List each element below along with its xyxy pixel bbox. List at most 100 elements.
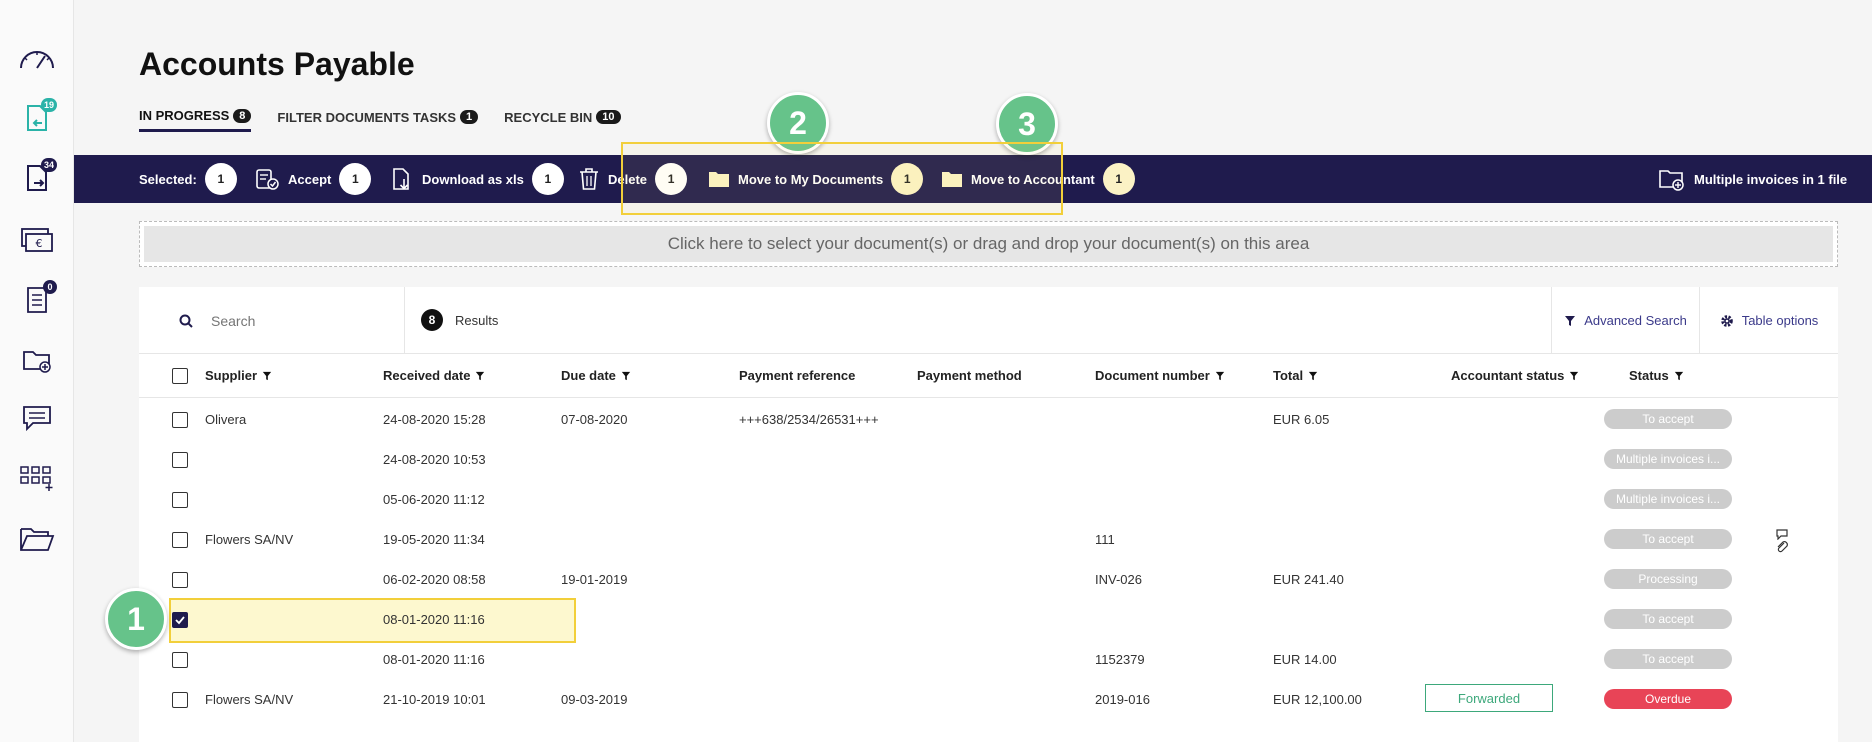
header-due-date[interactable]: Due date [561, 368, 631, 383]
advanced-search-button[interactable]: Advanced Search [1551, 287, 1699, 354]
filter-icon [1565, 315, 1576, 326]
search-bar: 8 Results Advanced Search Table options [139, 287, 1838, 354]
cell-total: EUR 14.00 [1273, 652, 1337, 667]
step-marker-2: 2 [767, 92, 829, 154]
header-label: Payment method [917, 368, 1022, 383]
apps-grid-add-icon[interactable] [17, 460, 57, 496]
download-xls-button[interactable]: Download as xls 1 [390, 163, 564, 195]
header-payment-reference[interactable]: Payment reference [739, 368, 855, 383]
row-checkbox[interactable] [172, 612, 188, 628]
status-badge: Processing [1604, 569, 1732, 589]
open-folder-icon[interactable] [17, 521, 57, 557]
row-checkbox[interactable] [172, 572, 188, 588]
advanced-search-label: Advanced Search [1584, 313, 1687, 328]
filter-icon [1215, 371, 1225, 380]
row-checkbox[interactable] [172, 452, 188, 468]
delete-count: 1 [655, 163, 688, 195]
folder-add-icon [1659, 170, 1684, 191]
table-row[interactable]: 08-01-2020 11:16 1152379 EUR 14.00 To accep… [139, 640, 1838, 680]
trash-icon [580, 168, 598, 190]
header-received-date[interactable]: Received date [383, 368, 485, 383]
header-label: Document number [1095, 368, 1210, 383]
table-options-button[interactable]: Table options [1699, 287, 1838, 354]
table-row[interactable]: 24-08-2020 10:53 Multiple invoices i... [139, 440, 1838, 480]
gear-icon [1720, 314, 1733, 327]
search-icon [179, 314, 193, 328]
table-row[interactable]: Flowers SA/NV 21-10-2019 10:01 09-03-2019 2… [139, 680, 1838, 720]
multiple-label: Multiple invoices in 1 file [1694, 171, 1848, 187]
message-icon[interactable] [17, 400, 57, 436]
table-row[interactable]: 06-02-2020 08:58 19-01-2019 INV-026 EUR 241… [139, 560, 1838, 600]
move-docs-count: 1 [891, 163, 924, 195]
cell-document-number: 1152379 [1095, 652, 1145, 667]
table-row[interactable]: Flowers SA/NV 19-05-2020 11:34 111 To accep… [139, 520, 1838, 560]
header-accountant-status[interactable]: Accountant status [1451, 368, 1579, 383]
results-count: 8 [421, 309, 443, 331]
cell-payment-reference: +++638/2534/26531+++ [739, 412, 879, 427]
download-icon [393, 168, 409, 190]
cell-total: EUR 241.40 [1273, 572, 1344, 587]
table-row[interactable]: 05-06-2020 11:12 Multiple invoices i... [139, 480, 1838, 520]
row-checkbox[interactable] [172, 652, 188, 668]
add-folder-icon[interactable] [17, 342, 57, 378]
header-document-number[interactable]: Document number [1095, 368, 1225, 383]
accept-button[interactable]: Accept 1 [254, 163, 372, 195]
delete-label: Delete [608, 171, 648, 187]
header-label: Received date [383, 368, 471, 383]
upload-dropzone[interactable]: Click here to select your document(s) or… [139, 221, 1838, 267]
move-to-my-documents-button[interactable]: Move to My Documents 1 [708, 163, 924, 195]
tab-label: RECYCLE BIN [504, 109, 593, 125]
cell-due-date: 07-08-2020 [561, 412, 628, 427]
filter-icon [262, 371, 272, 380]
euro-payment-icon[interactable]: € [17, 222, 57, 258]
paperclip-icon[interactable] [1775, 540, 1789, 554]
move-to-accountant-button[interactable]: Move to Accountant 1 [941, 163, 1135, 195]
table-header: Supplier Received date Due date Payment … [139, 354, 1838, 398]
header-supplier[interactable]: Supplier [205, 368, 272, 383]
status-badge: To accept [1604, 649, 1732, 669]
cell-received-date: 08-01-2020 11:16 [383, 612, 485, 627]
checklist-document-icon[interactable]: 0 [17, 280, 57, 318]
row-checkbox[interactable] [172, 492, 188, 508]
status-badge: Overdue [1604, 689, 1732, 709]
incoming-badge: 19 [40, 98, 57, 112]
row-checkbox[interactable] [172, 532, 188, 548]
cell-supplier: Olivera [205, 412, 247, 427]
table-row[interactable]: Olivera 24-08-2020 15:28 07-08-2020 +++638/… [139, 400, 1838, 440]
header-total[interactable]: Total [1273, 368, 1318, 383]
checkmark-icon [175, 616, 185, 625]
selected-label: Selected: [139, 171, 197, 187]
selected-count: 1 [204, 163, 237, 195]
bulk-action-toolbar: Selected: 1 Accept 1 Download as xls 1 D… [74, 155, 1872, 203]
outgoing-document-icon[interactable]: 34 [17, 158, 57, 196]
page-title: Accounts Payable [139, 46, 415, 82]
row-checkbox[interactable] [172, 692, 188, 708]
outgoing-badge: 34 [40, 158, 57, 172]
dashboard-gauge-icon[interactable] [17, 40, 57, 76]
tab-recycle-bin[interactable]: RECYCLE BIN 10 [504, 108, 621, 132]
search-input[interactable] [211, 312, 391, 329]
cell-received-date: 19-05-2020 11:34 [383, 532, 485, 547]
comment-icon[interactable] [1775, 528, 1789, 540]
move-acc-count: 1 [1102, 163, 1135, 195]
tab-count: 10 [596, 110, 621, 124]
tab-label: FILTER DOCUMENTS TASKS [277, 109, 457, 125]
accept-label: Accept [288, 171, 332, 187]
header-payment-method[interactable]: Payment method [917, 368, 1022, 383]
cell-received-date: 05-06-2020 11:12 [383, 492, 485, 507]
multiple-invoices-button[interactable]: Multiple invoices in 1 file [1658, 167, 1847, 191]
header-status[interactable]: Status [1629, 368, 1684, 383]
incoming-document-icon[interactable]: 19 [17, 98, 57, 136]
tab-filter-documents-tasks[interactable]: FILTER DOCUMENTS TASKS 1 [277, 108, 479, 132]
cell-received-date: 06-02-2020 08:58 [383, 572, 486, 587]
delete-button[interactable]: Delete 1 [578, 163, 688, 195]
status-badge: To accept [1604, 409, 1732, 429]
table-row[interactable]: 08-01-2020 11:16 To accept [139, 600, 1838, 640]
tab-in-progress[interactable]: IN PROGRESS 8 [139, 108, 252, 132]
cell-document-number: INV-026 [1095, 572, 1142, 587]
row-checkbox[interactable] [172, 412, 188, 428]
move-docs-label: Move to My Documents [738, 171, 884, 187]
select-all-checkbox[interactable] [172, 368, 188, 384]
dropzone-text: Click here to select your document(s) or… [144, 226, 1833, 262]
svg-text:€: € [36, 237, 43, 250]
